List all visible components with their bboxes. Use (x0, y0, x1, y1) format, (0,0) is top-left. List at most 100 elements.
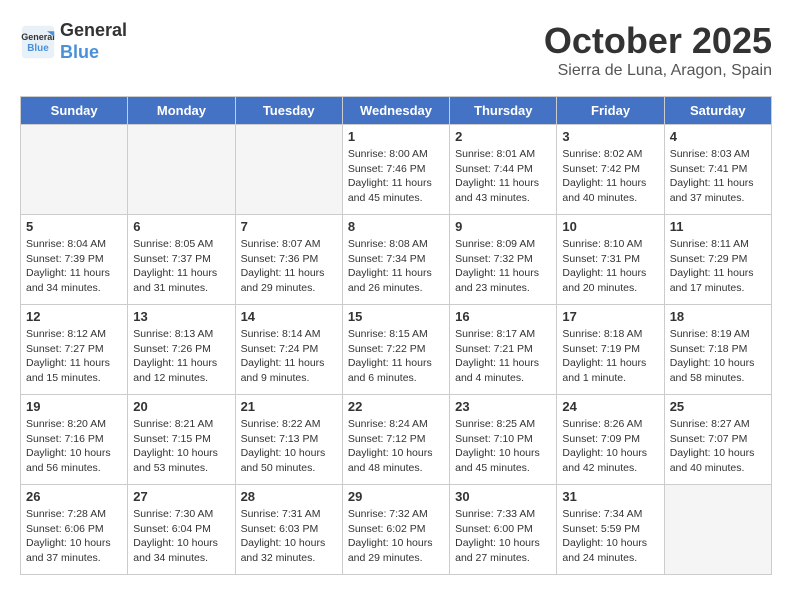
day-info: Sunrise: 8:20 AM Sunset: 7:16 PM Dayligh… (26, 417, 122, 476)
calendar-cell: 22 Sunrise: 8:24 AM Sunset: 7:12 PM Dayli… (342, 395, 449, 485)
day-info: Sunrise: 8:14 AM Sunset: 7:24 PM Dayligh… (241, 327, 337, 386)
day-info: Sunrise: 8:17 AM Sunset: 7:21 PM Dayligh… (455, 327, 551, 386)
calendar-cell: 6 Sunrise: 8:05 AM Sunset: 7:37 PM Daylig… (128, 215, 235, 305)
day-info: Sunrise: 8:02 AM Sunset: 7:42 PM Dayligh… (562, 147, 658, 206)
day-info: Sunrise: 8:13 AM Sunset: 7:26 PM Dayligh… (133, 327, 229, 386)
calendar-cell: 23Sunrise: 8:25 AM Sunset: 7:10 PM Dayli… (450, 395, 557, 485)
day-number: 5 (26, 219, 122, 234)
day-number: 11 (670, 219, 766, 234)
day-info: Sunrise: 8:04 AM Sunset: 7:39 PM Dayligh… (26, 237, 122, 296)
calendar-cell: 9Sunrise: 8:09 AM Sunset: 7:32 PM Daylig… (450, 215, 557, 305)
calendar-cell (21, 125, 128, 215)
day-number: 10 (562, 219, 658, 234)
day-number: 16 (455, 309, 551, 324)
weekday-header-thursday: Thursday (450, 97, 557, 125)
day-info: Sunrise: 8:24 AM Sunset: 7:12 PM Dayligh… (348, 417, 444, 476)
calendar-cell: 26Sunrise: 7:28 AM Sunset: 6:06 PM Dayli… (21, 485, 128, 575)
day-info: Sunrise: 8:05 AM Sunset: 7:37 PM Dayligh… (133, 237, 229, 296)
day-number: 20 (133, 399, 229, 414)
day-info: Sunrise: 8:22 AM Sunset: 7:13 PM Dayligh… (241, 417, 337, 476)
calendar-cell (664, 485, 771, 575)
day-number: 18 (670, 309, 766, 324)
calendar-cell: 3 Sunrise: 8:02 AM Sunset: 7:42 PM Daylig… (557, 125, 664, 215)
day-info: Sunrise: 8:27 AM Sunset: 7:07 PM Dayligh… (670, 417, 766, 476)
day-info: Sunrise: 7:28 AM Sunset: 6:06 PM Dayligh… (26, 507, 122, 566)
day-number: 13 (133, 309, 229, 324)
calendar-cell: 4 Sunrise: 8:03 AM Sunset: 7:41 PM Daylig… (664, 125, 771, 215)
day-info: Sunrise: 8:10 AM Sunset: 7:31 PM Dayligh… (562, 237, 658, 296)
calendar-cell: 8Sunrise: 8:08 AM Sunset: 7:34 PM Daylig… (342, 215, 449, 305)
day-number: 2 (455, 129, 551, 144)
day-number: 17 (562, 309, 658, 324)
calendar-cell (235, 125, 342, 215)
day-number: 14 (241, 309, 337, 324)
day-number: 19 (26, 399, 122, 414)
calendar-cell: 25 Sunrise: 8:27 AM Sunset: 7:07 PM Dayli… (664, 395, 771, 485)
calendar-cell: 31 Sunrise: 7:34 AM Sunset: 5:59 PM Dayli… (557, 485, 664, 575)
calendar-cell: 30Sunrise: 7:33 AM Sunset: 6:00 PM Dayli… (450, 485, 557, 575)
day-info: Sunrise: 8:08 AM Sunset: 7:34 PM Dayligh… (348, 237, 444, 296)
day-number: 9 (455, 219, 551, 234)
weekday-header-tuesday: Tuesday (235, 97, 342, 125)
calendar-cell: 17 Sunrise: 8:18 AM Sunset: 7:19 PM Dayli… (557, 305, 664, 395)
day-number: 6 (133, 219, 229, 234)
day-info: Sunrise: 8:21 AM Sunset: 7:15 PM Dayligh… (133, 417, 229, 476)
calendar-cell: 7 Sunrise: 8:07 AM Sunset: 7:36 PM Daylig… (235, 215, 342, 305)
calendar-cell: 16 Sunrise: 8:17 AM Sunset: 7:21 PM Dayli… (450, 305, 557, 395)
calendar-cell: 20 Sunrise: 8:21 AM Sunset: 7:15 PM Dayli… (128, 395, 235, 485)
calendar-cell: 29 Sunrise: 7:32 AM Sunset: 6:02 PM Dayli… (342, 485, 449, 575)
calendar-cell: 27 Sunrise: 7:30 AM Sunset: 6:04 PM Dayli… (128, 485, 235, 575)
day-info: Sunrise: 8:18 AM Sunset: 7:19 PM Dayligh… (562, 327, 658, 386)
page-header: General Blue General Blue October 2025 S… (20, 20, 772, 80)
day-info: Sunrise: 8:11 AM Sunset: 7:29 PM Dayligh… (670, 237, 766, 296)
calendar-cell: 15 Sunrise: 8:15 AM Sunset: 7:22 PM Dayli… (342, 305, 449, 395)
calendar-cell: 11 Sunrise: 8:11 AM Sunset: 7:29 PM Dayli… (664, 215, 771, 305)
calendar-table: SundayMondayTuesdayWednesdayThursdayFrid… (20, 96, 772, 575)
day-info: Sunrise: 8:03 AM Sunset: 7:41 PM Dayligh… (670, 147, 766, 206)
day-number: 24 (562, 399, 658, 414)
day-number: 28 (241, 489, 337, 504)
calendar-cell (128, 125, 235, 215)
calendar-cell: 28 Sunrise: 7:31 AM Sunset: 6:03 PM Dayli… (235, 485, 342, 575)
calendar-cell: 19 Sunrise: 8:20 AM Sunset: 7:16 PM Dayli… (21, 395, 128, 485)
calendar-cell: 24 Sunrise: 8:26 AM Sunset: 7:09 PM Dayli… (557, 395, 664, 485)
calendar-cell: 21Sunrise: 8:22 AM Sunset: 7:13 PM Dayli… (235, 395, 342, 485)
location: Sierra de Luna, Aragon, Spain (544, 62, 772, 80)
month-title: October 2025 (544, 20, 772, 62)
day-number: 4 (670, 129, 766, 144)
calendar-cell: 18 Sunrise: 8:19 AM Sunset: 7:18 PM Dayli… (664, 305, 771, 395)
weekday-header-friday: Friday (557, 97, 664, 125)
calendar-cell: 14 Sunrise: 8:14 AM Sunset: 7:24 PM Dayli… (235, 305, 342, 395)
day-info: Sunrise: 7:30 AM Sunset: 6:04 PM Dayligh… (133, 507, 229, 566)
day-info: Sunrise: 8:15 AM Sunset: 7:22 PM Dayligh… (348, 327, 444, 386)
svg-text:General: General (21, 32, 55, 42)
day-number: 3 (562, 129, 658, 144)
day-info: Sunrise: 8:19 AM Sunset: 7:18 PM Dayligh… (670, 327, 766, 386)
day-number: 30 (455, 489, 551, 504)
calendar-cell: 5 Sunrise: 8:04 AM Sunset: 7:39 PM Daylig… (21, 215, 128, 305)
day-number: 22 (348, 399, 444, 414)
day-info: Sunrise: 7:34 AM Sunset: 5:59 PM Dayligh… (562, 507, 658, 566)
day-number: 27 (133, 489, 229, 504)
day-info: Sunrise: 8:01 AM Sunset: 7:44 PM Dayligh… (455, 147, 551, 206)
day-number: 7 (241, 219, 337, 234)
logo: General Blue General Blue (20, 20, 127, 63)
day-info: Sunrise: 7:31 AM Sunset: 6:03 PM Dayligh… (241, 507, 337, 566)
calendar-cell: 13 Sunrise: 8:13 AM Sunset: 7:26 PM Dayli… (128, 305, 235, 395)
logo-icon: General Blue (20, 24, 56, 60)
day-number: 31 (562, 489, 658, 504)
weekday-header-wednesday: Wednesday (342, 97, 449, 125)
svg-text:Blue: Blue (27, 43, 49, 54)
calendar-cell: 12Sunrise: 8:12 AM Sunset: 7:27 PM Dayli… (21, 305, 128, 395)
day-info: Sunrise: 8:07 AM Sunset: 7:36 PM Dayligh… (241, 237, 337, 296)
day-info: Sunrise: 8:26 AM Sunset: 7:09 PM Dayligh… (562, 417, 658, 476)
calendar-cell: 1Sunrise: 8:00 AM Sunset: 7:46 PM Daylig… (342, 125, 449, 215)
day-number: 25 (670, 399, 766, 414)
day-info: Sunrise: 7:32 AM Sunset: 6:02 PM Dayligh… (348, 507, 444, 566)
day-info: Sunrise: 8:12 AM Sunset: 7:27 PM Dayligh… (26, 327, 122, 386)
day-number: 29 (348, 489, 444, 504)
day-info: Sunrise: 8:00 AM Sunset: 7:46 PM Dayligh… (348, 147, 444, 206)
calendar-cell: 2 Sunrise: 8:01 AM Sunset: 7:44 PM Daylig… (450, 125, 557, 215)
day-number: 15 (348, 309, 444, 324)
title-block: October 2025 Sierra de Luna, Aragon, Spa… (544, 20, 772, 80)
